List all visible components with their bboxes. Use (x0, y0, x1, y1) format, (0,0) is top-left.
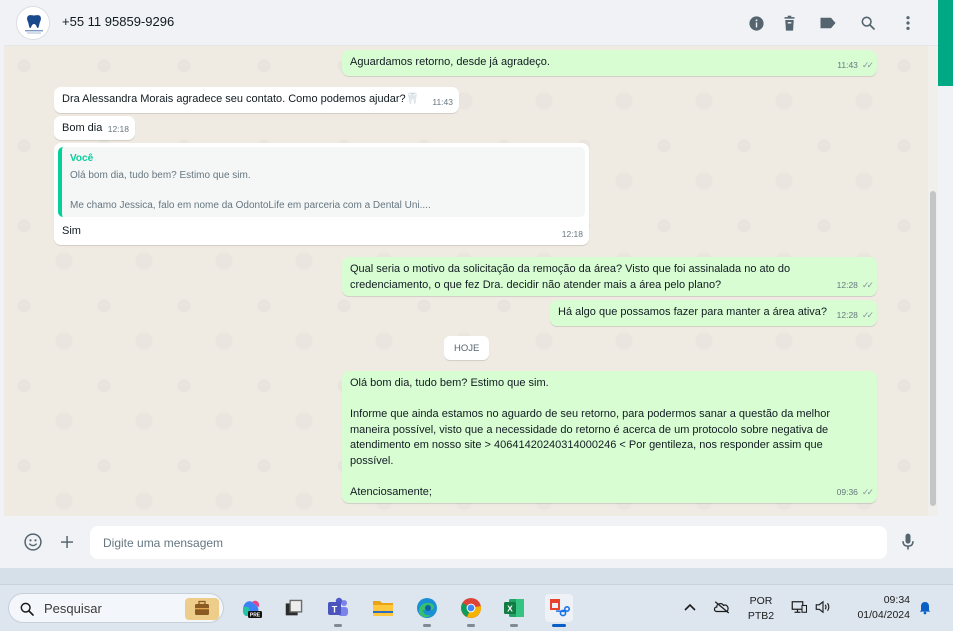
briefcase-icon (185, 598, 219, 620)
double-check-icon: ✓✓ (861, 309, 874, 320)
search-icon (19, 601, 35, 622)
clock-time: 09:34 (883, 594, 910, 606)
message-text: Aguardamos retorno, desde já agradeço. (350, 56, 550, 68)
language-code: POR (749, 595, 773, 607)
chat-scrollbar[interactable] (928, 46, 938, 516)
onedrive-offline-icon[interactable] (712, 597, 732, 617)
chevron-up-icon[interactable] (680, 597, 700, 617)
svg-text:PRE: PRE (250, 613, 261, 619)
quoted-text: Olá bom dia, tudo bem? Estimo que sim. M… (70, 169, 431, 211)
chat-header[interactable]: +55 11 95859-9296 (4, 0, 938, 46)
search-label: Pesquisar (44, 601, 102, 616)
message-text: Dra Alessandra Morais agradece seu conta… (62, 93, 420, 105)
volume-icon[interactable] (813, 597, 833, 617)
double-check-icon: ✓✓ (861, 486, 874, 497)
conversation-panel[interactable]: Aguardamos retorno, desde já agradeço. 1… (4, 46, 930, 516)
svg-text:T: T (332, 605, 338, 615)
avatar[interactable] (16, 6, 50, 40)
notification-bell-icon[interactable] (915, 597, 935, 617)
date-separator: HOJE (444, 336, 490, 360)
message-time: 12:18 (107, 123, 129, 134)
running-indicator (423, 624, 431, 627)
message-time: 11:43 (432, 96, 453, 107)
message-text: Olá bom dia, tudo bem? Estimo que sim. I… (350, 377, 831, 498)
message-incoming[interactable]: Bom dia 12:18 (54, 116, 135, 140)
trash-icon[interactable] (778, 12, 800, 34)
message-outgoing[interactable]: Aguardamos retorno, desde já agradeço. 1… (342, 50, 877, 76)
search-icon[interactable] (857, 12, 879, 34)
running-indicator (467, 624, 475, 627)
label-icon[interactable] (817, 12, 839, 34)
attach-plus-icon[interactable] (56, 531, 78, 553)
teams-icon[interactable]: T (324, 594, 352, 627)
message-outgoing[interactable]: Qual seria o motivo da solicitação da re… (342, 257, 877, 296)
message-time: 12:28 ✓✓ (837, 308, 874, 324)
double-check-icon: ✓✓ (861, 279, 874, 290)
quoted-message[interactable]: Você Olá bom dia, tudo bem? Estimo que s… (58, 147, 585, 217)
menu-icon[interactable] (897, 12, 919, 34)
scrollbar-thumb[interactable] (930, 191, 936, 506)
language-indicator[interactable]: POR PTB2 (743, 594, 779, 624)
message-text: Sim (62, 225, 81, 237)
message-time: 12:28 ✓✓ (837, 278, 874, 294)
system-clock[interactable]: 09:34 01/04/2024 (842, 593, 910, 623)
contact-name[interactable]: +55 11 95859-9296 (62, 14, 174, 29)
message-time: 09:36 ✓✓ (837, 485, 874, 501)
active-indicator (552, 624, 566, 627)
svg-text:X: X (507, 604, 513, 614)
snipping-tool-icon[interactable] (545, 594, 573, 627)
background-window-edge (938, 0, 953, 86)
double-check-icon: ✓✓ (861, 59, 874, 70)
taskbar-search[interactable]: Pesquisar (8, 593, 224, 623)
network-icon[interactable] (789, 597, 809, 617)
excel-icon[interactable]: X (500, 594, 528, 627)
message-time: 12:18 (561, 228, 583, 239)
message-text: Há algo que possamos fazer para manter a… (558, 306, 828, 318)
task-view-icon[interactable] (280, 594, 308, 622)
message-text: Qual seria o motivo da solicitação da re… (350, 263, 791, 291)
compose-bar (4, 516, 938, 568)
info-icon[interactable] (745, 12, 767, 34)
message-incoming[interactable]: Dra Alessandra Morais agradece seu conta… (54, 87, 459, 113)
message-time: 11:43 ✓✓ (837, 58, 874, 74)
chrome-icon[interactable] (457, 594, 485, 627)
edge-icon[interactable] (413, 594, 441, 627)
keyboard-layout: PTB2 (747, 610, 775, 622)
quoted-author: Você (70, 153, 94, 164)
emoji-icon[interactable] (22, 531, 44, 553)
running-indicator (334, 624, 342, 627)
message-outgoing[interactable]: Há algo que possamos fazer para manter a… (550, 300, 877, 326)
message-incoming-reply[interactable]: Você Olá bom dia, tudo bem? Estimo que s… (54, 143, 589, 245)
message-outgoing[interactable]: Olá bom dia, tudo bem? Estimo que sim. I… (342, 371, 877, 503)
background-window-edge (938, 86, 953, 568)
windows-taskbar: Pesquisar PRE T X POR PTB2 09:34 01/04/2… (0, 584, 953, 631)
microphone-icon[interactable] (897, 531, 919, 553)
clock-date: 01/04/2024 (857, 609, 910, 621)
file-explorer-icon[interactable] (369, 594, 397, 622)
whatsapp-window: +55 11 95859-9296 Aguardamos retorno, de… (0, 0, 938, 568)
copilot-pre-icon[interactable]: PRE (237, 594, 265, 622)
running-indicator (510, 624, 518, 627)
message-input[interactable] (90, 526, 887, 559)
